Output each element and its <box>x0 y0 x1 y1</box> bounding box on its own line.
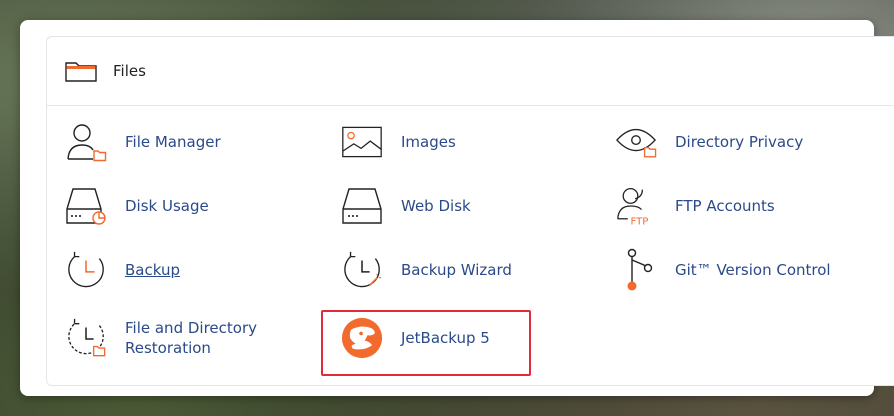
backup-link[interactable]: Backup <box>65 244 180 296</box>
git-version-control-link[interactable]: Git™ Version Control <box>615 244 831 296</box>
eye-icon <box>616 128 657 158</box>
git-branch-icon <box>627 248 653 291</box>
directory-privacy-link[interactable]: Directory Privacy <box>615 116 803 168</box>
git-version-control-label: Git™ Version Control <box>675 261 831 279</box>
file-directory-restoration-link[interactable]: File and Directory Restoration <box>65 312 257 364</box>
images-icon <box>342 126 382 158</box>
ftp-accounts-icon: FTP <box>617 188 649 227</box>
ftp-accounts-link[interactable]: FTP FTP Accounts <box>615 180 775 232</box>
web-disk-link[interactable]: Web Disk <box>341 180 471 232</box>
images-link[interactable]: Images <box>341 116 456 168</box>
jetbackup-logo-icon <box>341 317 383 359</box>
restoration-label-line1: File and Directory <box>125 319 257 337</box>
file-manager-link[interactable]: File Manager <box>65 116 221 168</box>
directory-privacy-label: Directory Privacy <box>675 133 804 151</box>
web-disk-label: Web Disk <box>401 197 471 215</box>
folder-icon <box>65 62 97 82</box>
backup-wizard-label: Backup Wizard <box>401 261 512 279</box>
disk-usage-label: Disk Usage <box>125 197 209 215</box>
files-panel: Files File Manager Images Directory Priv… <box>46 36 894 386</box>
backup-clock-icon <box>68 251 104 288</box>
disk-usage-icon <box>66 188 106 225</box>
restoration-label-line2: Restoration <box>125 339 211 357</box>
web-disk-icon <box>342 188 382 224</box>
panel-title: Files <box>113 62 146 80</box>
jetbackup-link[interactable]: JetBackup 5 <box>341 312 490 364</box>
disk-usage-link[interactable]: Disk Usage <box>65 180 209 232</box>
files-panel-header[interactable]: Files <box>47 37 894 106</box>
backup-label: Backup <box>125 261 180 279</box>
ftp-label-text: FTP <box>631 216 649 227</box>
restoration-icon <box>68 318 106 357</box>
file-directory-restoration-label: File and Directory Restoration <box>125 318 257 358</box>
backup-wizard-link[interactable]: Backup Wizard <box>341 244 512 296</box>
ftp-accounts-label: FTP Accounts <box>675 197 775 215</box>
images-label: Images <box>401 133 456 151</box>
jetbackup-label: JetBackup 5 <box>401 329 490 347</box>
backup-wizard-icon <box>344 251 382 288</box>
file-manager-label: File Manager <box>125 133 221 151</box>
file-manager-icon <box>67 124 107 162</box>
